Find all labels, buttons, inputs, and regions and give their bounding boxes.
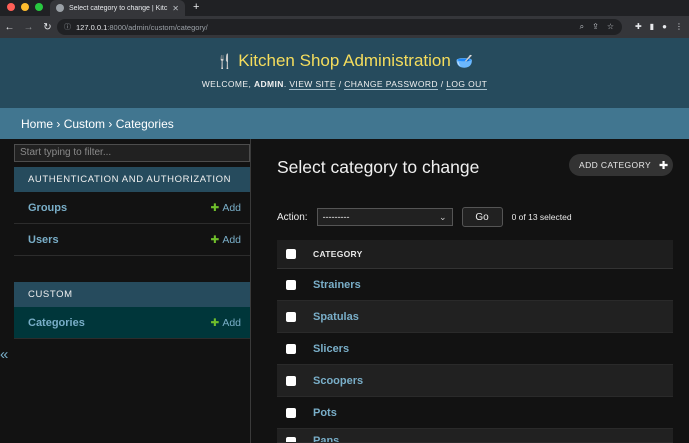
close-window-button[interactable]: [7, 3, 15, 11]
forward-arrow-icon[interactable]: →: [19, 22, 38, 33]
actions-bar: Action: --------- ⌄ Go 0 of 13 selected: [277, 207, 572, 227]
menu-kebab-icon[interactable]: ⋮: [675, 19, 683, 35]
toggle-nav-sidebar-button[interactable]: «: [0, 346, 8, 363]
add-users-link[interactable]: ✚ Add: [211, 234, 242, 246]
add-category-button[interactable]: Add category ✚: [569, 154, 673, 176]
breadcrumb-home[interactable]: Home: [21, 117, 53, 131]
module-auth-header[interactable]: Authentication and Authorization: [14, 167, 250, 192]
address-bar[interactable]: ⓘ 127.0.0.1:8000/admin/custom/category/ …: [57, 19, 622, 35]
row-checkbox[interactable]: [286, 343, 296, 354]
add-label: Add: [222, 316, 241, 329]
add-label: Add: [222, 201, 241, 214]
user-tools: Welcome, admin. View site / Change passw…: [201, 79, 488, 90]
extensions-icon[interactable]: ✚: [635, 19, 642, 35]
zoom-window-button[interactable]: [35, 3, 43, 11]
view-site-link[interactable]: View site: [289, 79, 336, 90]
profile-icon[interactable]: ●: [662, 19, 667, 35]
back-arrow-icon[interactable]: ←: [0, 22, 19, 33]
plus-icon: ✚: [659, 159, 669, 172]
sidebar-item-categories[interactable]: Categories ✚ Add: [14, 307, 250, 339]
plus-icon: ✚: [210, 201, 220, 214]
minimize-window-button[interactable]: [21, 3, 29, 11]
add-category-label: Add category: [579, 160, 652, 170]
model-link-groups[interactable]: Groups: [28, 202, 67, 214]
browser-tab[interactable]: Select category to change | Kitc ✕: [50, 0, 185, 16]
log-out-link[interactable]: Log out: [446, 79, 488, 90]
close-tab-icon[interactable]: ✕: [172, 4, 179, 13]
category-link[interactable]: Strainers: [313, 279, 361, 291]
table-row: Pots: [277, 397, 673, 429]
category-link[interactable]: Pots: [313, 407, 337, 419]
browser-toolbar: ← → ↻ ⓘ 127.0.0.1:8000/admin/custom/cate…: [0, 16, 689, 38]
reload-icon[interactable]: ↻: [38, 22, 57, 33]
category-link[interactable]: Slicers: [313, 343, 349, 355]
page-title: Select category to change: [277, 157, 480, 177]
row-checkbox[interactable]: [286, 437, 296, 442]
admin-header: 🍴 Kitchen Shop Administration 🥣 Welcome,…: [0, 38, 689, 108]
add-label: Add: [222, 233, 241, 246]
change-password-link[interactable]: Change password: [344, 79, 438, 90]
action-selected-value: ---------: [322, 212, 350, 222]
model-link-categories[interactable]: Categories: [28, 317, 85, 329]
row-checkbox[interactable]: [286, 375, 296, 386]
window-controls: [7, 3, 43, 11]
nav-sidebar: Start typing to filter... Authentication…: [0, 139, 251, 443]
add-groups-link[interactable]: ✚ Add: [211, 202, 242, 214]
site-name: Kitchen Shop Administration: [238, 51, 451, 70]
side-panel-icon[interactable]: ▮: [650, 19, 654, 35]
action-select[interactable]: --------- ⌄: [316, 208, 453, 226]
url-path: :8000/admin/custom/category/: [107, 22, 208, 32]
breadcrumb-separator: ›: [56, 117, 61, 131]
breadcrumb-app[interactable]: Custom: [64, 117, 105, 131]
sidebar-item-users[interactable]: Users ✚ Add: [14, 224, 250, 256]
go-button[interactable]: Go: [461, 207, 503, 227]
bowl-icon: 🥣: [455, 53, 473, 69]
plus-icon: ✚: [210, 233, 220, 246]
breadcrumb-separator: ›: [108, 117, 113, 131]
zoom-icon[interactable]: ⌕: [580, 22, 584, 32]
share-icon[interactable]: ⇪: [592, 22, 599, 32]
welcome-text: Welcome,: [201, 79, 252, 89]
module-custom-header[interactable]: Custom: [14, 282, 250, 307]
browser-tab-strip: Select category to change | Kitc ✕ +: [0, 0, 689, 16]
row-checkbox[interactable]: [286, 279, 296, 290]
table-row: Pans: [277, 429, 673, 443]
info-icon[interactable]: ⓘ: [64, 22, 71, 32]
username: admin: [253, 79, 284, 89]
separator: /: [440, 79, 444, 89]
site-name-link[interactable]: 🍴 Kitchen Shop Administration 🥣: [0, 51, 689, 71]
chevron-down-icon: ⌄: [439, 211, 447, 222]
column-header-category[interactable]: Category: [313, 249, 363, 259]
tab-title: Select category to change | Kitc: [69, 4, 168, 12]
breadcrumb: Home › Custom › Categories: [0, 108, 689, 139]
table-row: Spatulas: [277, 301, 673, 333]
select-all-checkbox[interactable]: [286, 249, 296, 259]
nav-filter-input[interactable]: Start typing to filter...: [14, 144, 250, 162]
globe-icon: [56, 4, 64, 12]
category-link[interactable]: Pans: [313, 435, 339, 442]
table-row: Strainers: [277, 269, 673, 301]
results-table-header: Category: [277, 240, 673, 269]
category-link[interactable]: Scoopers: [313, 375, 363, 387]
selection-counter: 0 of 13 selected: [511, 212, 572, 222]
category-link[interactable]: Spatulas: [313, 311, 359, 323]
plus-icon: ✚: [210, 316, 220, 329]
new-tab-icon[interactable]: +: [193, 1, 199, 13]
row-checkbox[interactable]: [286, 311, 296, 322]
breadcrumb-current: Categories: [115, 117, 174, 131]
table-row: Scoopers: [277, 365, 673, 397]
sidebar-item-groups[interactable]: Groups ✚ Add: [14, 192, 250, 224]
table-row: Slicers: [277, 333, 673, 365]
url-host: 127.0.0.1: [76, 22, 108, 32]
separator: /: [338, 79, 342, 89]
row-checkbox[interactable]: [286, 407, 296, 418]
add-categories-link[interactable]: ✚ Add: [211, 317, 242, 329]
action-label: Action:: [277, 211, 308, 223]
model-link-users[interactable]: Users: [28, 234, 59, 246]
bookmark-star-icon[interactable]: ☆: [607, 22, 614, 32]
cutlery-icon: 🍴: [216, 53, 234, 69]
